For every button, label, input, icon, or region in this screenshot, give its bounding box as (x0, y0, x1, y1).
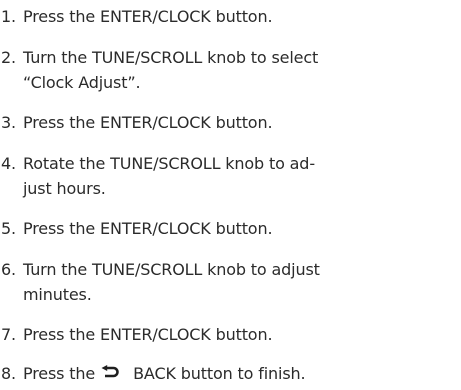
step-number: 3. (1, 113, 16, 132)
step-text-continued: minutes. (23, 285, 92, 304)
step-text: Press the ENTER/CLOCK button. (23, 7, 273, 26)
step-text: Turn the TUNE/SCROLL knob to adjust (23, 260, 320, 279)
step-text: Press the ENTER/CLOCK button. (23, 219, 273, 238)
step-number: 4. (1, 154, 16, 173)
step-text-before-icon: Press the (23, 364, 96, 383)
step-text: Press the ENTER/CLOCK button. (23, 113, 273, 132)
step-number: 6. (1, 260, 16, 279)
step-number: 7. (1, 325, 16, 344)
step-number: 8. (1, 364, 16, 383)
step-text: Turn the TUNE/SCROLL knob to select (23, 48, 319, 67)
step-text-continued: just hours. (23, 179, 106, 198)
step-number: 1. (1, 7, 16, 26)
step-text: Press the BACK button to finish. (23, 362, 306, 386)
step-text: Press the ENTER/CLOCK button. (23, 325, 273, 344)
step-text-continued: “Clock Adjust”. (23, 73, 141, 92)
step-text: Rotate the TUNE/SCROLL knob to ad- (23, 154, 315, 173)
step-text-after-icon: BACK button to finish. (133, 364, 306, 383)
back-arrow-icon (101, 365, 119, 381)
step-number: 5. (1, 219, 16, 238)
step-number: 2. (1, 48, 16, 67)
